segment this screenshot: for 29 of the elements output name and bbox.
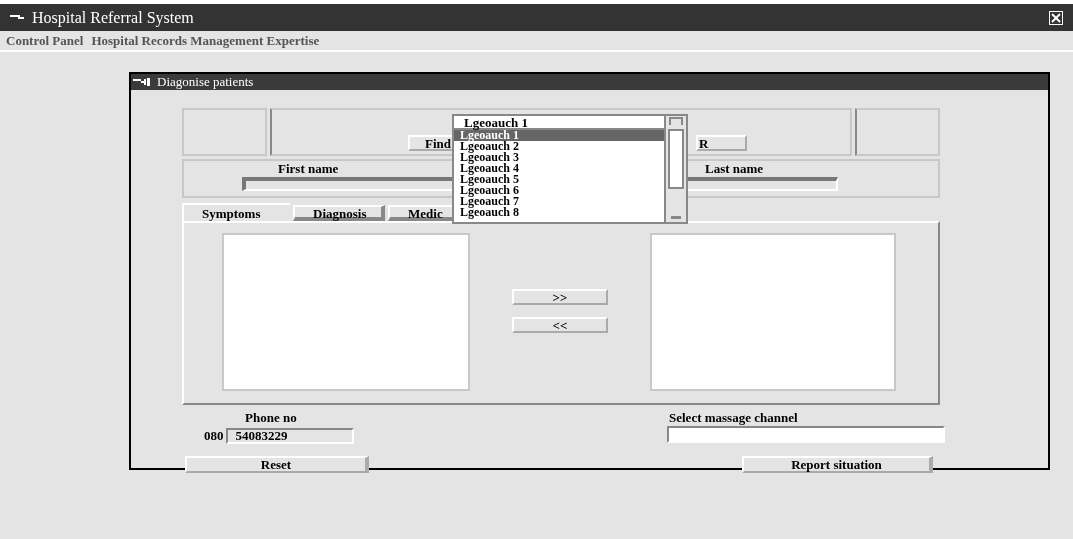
field-label: Phone no [245, 411, 297, 425]
window-title: Hospital Referral System [32, 7, 194, 29]
dialog-title: Diagonise patients [157, 73, 254, 92]
menu-item[interactable]: Hospital Records Management Expertise [91, 30, 320, 51]
tab[interactable]: Symptoms [182, 203, 290, 221]
move-button[interactable]: << [512, 317, 608, 333]
dialog-icon [133, 78, 151, 86]
dropdown-option[interactable]: Lgeoauch 1 [454, 130, 664, 141]
report-button[interactable]: Report situation [742, 455, 933, 473]
r-button[interactable]: R [696, 135, 747, 151]
move-button[interactable]: >> [512, 289, 608, 305]
channel-field[interactable] [667, 426, 945, 443]
dropdown-option[interactable]: Lgeoauch 3 [454, 152, 664, 163]
phone-field[interactable]: 54083229 [225, 427, 354, 444]
dropdown-option[interactable]: Lgeoauch 4 [454, 163, 664, 174]
menu-item[interactable]: Control Panel [6, 30, 84, 51]
close-icon[interactable] [1049, 10, 1063, 25]
field-label: Select massage channel [669, 411, 798, 425]
tab[interactable]: Diagnosis [293, 205, 385, 221]
dropdown-option[interactable]: Lgeoauch 7 [454, 196, 664, 207]
scrollbar[interactable] [664, 116, 686, 222]
reset-button[interactable]: Reset [185, 455, 369, 473]
window-icon [10, 13, 24, 22]
field-label: First name [278, 161, 339, 177]
area-code: 080 [204, 427, 224, 445]
dropdown-option[interactable]: Lgeoauch 5 [454, 174, 664, 185]
field-label: Last name [705, 161, 764, 177]
dropdown-option[interactable]: Lgeoauch 6 [454, 185, 664, 196]
scroll-thumb[interactable] [668, 129, 684, 189]
